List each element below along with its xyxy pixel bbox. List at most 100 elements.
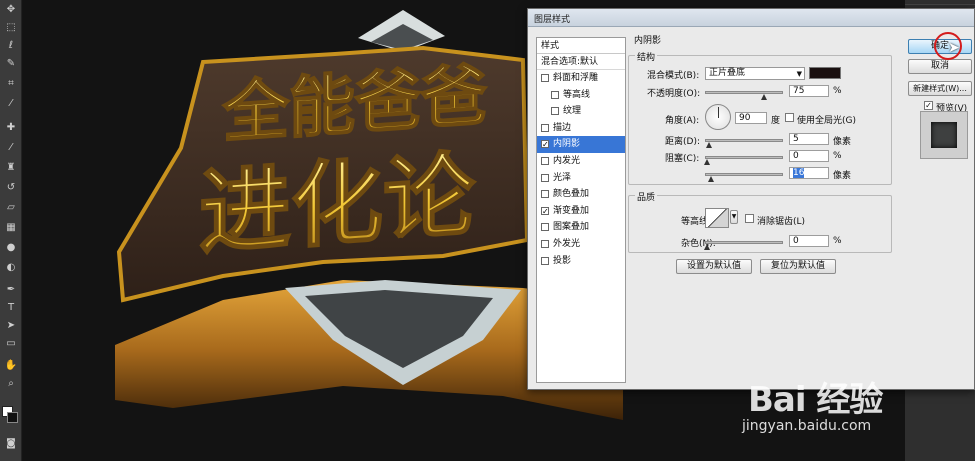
style-checkbox[interactable] xyxy=(541,173,549,182)
watermark-logo: Bai 经验 xyxy=(748,380,883,420)
style-checkbox[interactable] xyxy=(541,223,549,232)
preview-thumbnail xyxy=(920,111,968,159)
style-item-label: 等高线 xyxy=(563,89,591,100)
style-item[interactable]: 斜面和浮雕 xyxy=(537,70,625,87)
antialias-checkbox[interactable] xyxy=(745,214,754,223)
move-tool-icon[interactable]: ✥ xyxy=(4,4,18,16)
dialog-title-bar[interactable]: 图层样式 xyxy=(528,9,974,27)
dialog-title: 图层样式 xyxy=(534,15,571,25)
clone-stamp-icon[interactable]: ♜ xyxy=(4,162,18,174)
hand-tool-icon[interactable]: ✋ xyxy=(4,360,18,372)
style-checkbox[interactable]: ✓ xyxy=(541,206,549,215)
zoom-tool-icon[interactable]: ⌕ xyxy=(4,378,18,390)
lasso-tool-icon[interactable]: ℓ xyxy=(4,40,18,52)
eraser-tool-icon[interactable]: ▱ xyxy=(4,202,18,214)
quality-title: 品质 xyxy=(635,190,658,203)
shape-tool-icon[interactable]: ▭ xyxy=(4,338,18,350)
style-item[interactable]: ✓ 内阴影 xyxy=(537,136,625,153)
style-item[interactable]: 纹理 xyxy=(537,103,625,120)
style-item-label: 描边 xyxy=(553,122,572,133)
marquee-tool-icon[interactable]: ⬚ xyxy=(4,22,18,34)
global-light-label: 使用全局光(G) xyxy=(797,116,856,126)
structure-title: 结构 xyxy=(635,50,658,63)
antialias-label: 消除锯齿(L) xyxy=(757,217,806,227)
style-item[interactable]: 投影 xyxy=(537,253,625,270)
contour-picker[interactable] xyxy=(705,208,729,228)
contour-dropdown-icon[interactable]: ▼ xyxy=(730,210,738,224)
blend-mode-select[interactable]: 正片叠底 ▼ xyxy=(705,67,805,80)
choke-percent: % xyxy=(833,151,842,161)
distance-slider[interactable] xyxy=(705,139,783,148)
noise-percent: % xyxy=(833,236,842,246)
style-item-label: 外发光 xyxy=(553,238,581,249)
style-item[interactable]: ✓ 渐变叠加 xyxy=(537,203,625,220)
baidu-watermark: Bai 经验 jingyan.baidu.com xyxy=(742,372,922,442)
healing-brush-icon[interactable]: ✚ xyxy=(4,122,18,134)
style-item[interactable]: 描边 xyxy=(537,120,625,137)
style-checkbox[interactable] xyxy=(541,123,549,132)
choke-input[interactable]: 0 xyxy=(789,150,829,162)
noise-slider[interactable] xyxy=(704,241,783,250)
blend-mode-label: 混合模式(B): xyxy=(647,71,700,81)
preview-checkbox[interactable]: ✓ xyxy=(924,101,933,110)
opacity-slider[interactable] xyxy=(705,91,783,100)
watermark-url: jingyan.baidu.com xyxy=(742,418,872,434)
mouse-cursor-icon: ➤ xyxy=(948,40,960,56)
blur-tool-icon[interactable]: ● xyxy=(4,242,18,254)
style-item[interactable]: 内发光 xyxy=(537,153,625,170)
blend-options-item[interactable]: 混合选项:默认 xyxy=(537,54,625,70)
style-checkbox[interactable] xyxy=(551,90,559,99)
style-item[interactable]: 光泽 xyxy=(537,170,625,187)
path-select-icon[interactable]: ➤ xyxy=(4,320,18,332)
noise-input[interactable]: 0 xyxy=(789,235,829,247)
style-checkbox[interactable] xyxy=(541,74,549,82)
type-tool-icon[interactable]: T xyxy=(4,302,18,314)
crop-tool-icon[interactable]: ⌗ xyxy=(4,78,18,90)
eyedropper-icon[interactable]: ⁄ xyxy=(4,98,18,110)
style-item-label: 光泽 xyxy=(553,172,572,183)
opacity-percent: % xyxy=(833,86,842,96)
angle-dial[interactable] xyxy=(705,104,731,130)
structure-group: 结构 混合模式(B): 正片叠底 ▼ 不透明度(O): 75 % 角度(A): … xyxy=(628,50,892,185)
pen-tool-icon[interactable]: ✒ xyxy=(4,284,18,296)
new-style-button[interactable]: 新建样式(W)... xyxy=(908,81,972,96)
set-default-button[interactable]: 设置为默认值 xyxy=(676,259,752,274)
style-checkbox[interactable]: ✓ xyxy=(541,140,549,149)
style-item-label: 渐变叠加 xyxy=(553,205,590,216)
size-unit: 像素 xyxy=(833,171,852,181)
reset-default-button[interactable]: 复位为默认值 xyxy=(760,259,836,274)
global-light-checkbox[interactable] xyxy=(785,113,794,122)
style-item[interactable]: 外发光 xyxy=(537,236,625,253)
angle-input[interactable]: 90 xyxy=(735,112,767,124)
history-brush-icon[interactable]: ↺ xyxy=(4,182,18,194)
style-checkbox[interactable] xyxy=(541,190,549,199)
size-slider[interactable] xyxy=(705,173,783,182)
style-checkbox[interactable] xyxy=(551,107,559,116)
style-checkbox[interactable] xyxy=(541,239,549,248)
style-item[interactable]: 图案叠加 xyxy=(537,219,625,236)
style-item[interactable]: 颜色叠加 xyxy=(537,186,625,203)
blend-mode-value: 正片叠底 xyxy=(709,68,746,78)
section-title: 内阴影 xyxy=(634,36,662,46)
gradient-tool-icon[interactable]: ▦ xyxy=(4,222,18,234)
background-color-swatch[interactable] xyxy=(7,412,18,423)
styles-header[interactable]: 样式 xyxy=(537,38,625,54)
style-checkbox[interactable] xyxy=(541,256,549,265)
quick-mask-icon[interactable]: ◙ xyxy=(4,438,18,450)
size-input[interactable]: 16 xyxy=(789,167,829,179)
opacity-label: 不透明度(O): xyxy=(647,89,701,99)
shadow-color-swatch[interactable] xyxy=(809,67,841,79)
style-item-label: 内发光 xyxy=(553,155,581,166)
angle-label: 角度(A): xyxy=(665,116,700,126)
brush-tool-icon[interactable]: ⁄ xyxy=(4,142,18,154)
dodge-tool-icon[interactable]: ◐ xyxy=(4,262,18,274)
cancel-button[interactable]: 取消 xyxy=(908,59,972,74)
distance-input[interactable]: 5 xyxy=(789,133,829,145)
style-item[interactable]: 等高线 xyxy=(537,87,625,104)
choke-slider[interactable] xyxy=(704,156,783,165)
style-checkbox[interactable] xyxy=(541,156,549,165)
tools-panel: ✥ ⬚ ℓ ✎ ⌗ ⁄ ✚ ⁄ ♜ ↺ ▱ ▦ ● ◐ ✒ T ➤ ▭ ✋ ⌕ … xyxy=(0,0,22,461)
layer-style-dialog: 图层样式 样式 混合选项:默认 斜面和浮雕 等高线 纹理 描边 ✓ 内阴影 内发光 光泽 颜色叠… xyxy=(527,8,975,390)
opacity-input[interactable]: 75 xyxy=(789,85,829,97)
quick-select-icon[interactable]: ✎ xyxy=(4,58,18,70)
